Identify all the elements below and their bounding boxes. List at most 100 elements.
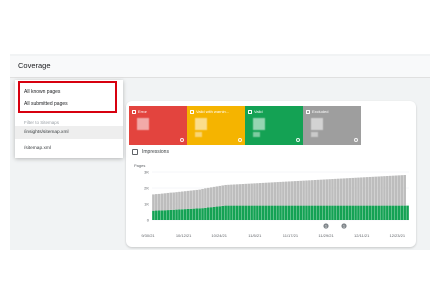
bar-valid — [319, 205, 323, 220]
bar-valid — [230, 205, 233, 220]
bar-excluded — [233, 184, 236, 206]
bar-excluded — [258, 183, 262, 206]
checkbox-icon[interactable] — [132, 109, 136, 114]
bar-excluded — [362, 177, 366, 206]
bar-valid — [166, 210, 170, 220]
tile-error[interactable]: Error — [129, 106, 187, 145]
bar-valid — [195, 208, 199, 220]
bar-excluded — [348, 178, 352, 206]
bar-excluded — [313, 180, 317, 206]
bar-valid — [290, 205, 294, 220]
bar-excluded — [218, 185, 222, 207]
bar-excluded — [302, 180, 305, 206]
bar-valid — [155, 210, 158, 220]
bar-valid — [316, 205, 320, 220]
bar-excluded — [365, 177, 369, 206]
help-icon[interactable] — [238, 138, 242, 142]
tile-excluded[interactable]: Excluded — [303, 106, 361, 145]
checkbox-icon[interactable] — [190, 109, 194, 114]
bar-valid — [235, 205, 239, 220]
bar-valid — [305, 205, 308, 220]
bar-excluded — [209, 187, 213, 208]
help-icon[interactable] — [296, 138, 300, 142]
filter-sitemaps-label: Filter to Sitemaps — [24, 120, 60, 125]
redacted-count — [137, 118, 149, 130]
bar-excluded — [157, 193, 161, 211]
bar-valid — [284, 205, 288, 220]
bar-valid — [388, 205, 392, 220]
bar-excluded — [198, 189, 201, 209]
y-tick-label: 2K — [144, 186, 149, 191]
x-tick-label: 9/30/21 — [141, 233, 155, 238]
bar-excluded — [221, 185, 225, 206]
bar-excluded — [163, 193, 167, 211]
bar-valid — [201, 208, 204, 220]
impressions-label: Impressions — [142, 149, 169, 155]
bar-excluded — [322, 179, 326, 206]
bar-valid — [241, 205, 245, 220]
bar-excluded — [287, 181, 291, 206]
bar-valid — [181, 209, 184, 220]
bar-valid — [351, 205, 354, 220]
bar-valid — [247, 205, 251, 220]
redacted-subcount — [311, 132, 318, 137]
bar-excluded — [264, 182, 268, 206]
bar-valid — [172, 209, 175, 220]
sitemap-option-root[interactable]: /sitemap.xml — [15, 142, 123, 155]
bar-valid — [400, 205, 404, 220]
coverage-chart: Pages 3K 2K 1K 0 9/30/21 10/12/21 10/24/21 11/5/… — [134, 163, 409, 238]
bar-valid — [175, 209, 178, 220]
tile-valid-warning[interactable]: Valid with warnin... — [187, 106, 245, 145]
bar-valid — [261, 205, 265, 220]
bar-excluded — [371, 176, 375, 206]
bar-excluded — [305, 180, 308, 206]
bar-excluded — [181, 191, 184, 210]
bar-excluded — [284, 181, 288, 206]
tile-error-label: Error — [138, 109, 147, 114]
bar-valid — [342, 205, 346, 220]
bar-valid — [299, 205, 303, 220]
checkbox-icon[interactable] — [306, 109, 310, 114]
bar-excluded — [290, 181, 294, 206]
bar-valid — [357, 205, 360, 220]
tile-valid[interactable]: Valid — [245, 106, 303, 145]
coverage-header: Coverage — [10, 56, 430, 78]
impressions-toggle[interactable]: Impressions — [132, 149, 169, 155]
bar-excluded — [342, 178, 346, 206]
bar-valid — [394, 205, 398, 220]
bar-excluded — [160, 193, 164, 211]
bar-valid — [287, 205, 291, 220]
bar-valid — [209, 207, 213, 220]
bar-valid — [178, 209, 181, 220]
bar-excluded — [400, 175, 404, 206]
page-title: Coverage — [18, 61, 51, 70]
bar-excluded — [247, 183, 251, 206]
bar-valid — [250, 205, 253, 220]
impressions-checkbox[interactable] — [132, 149, 138, 155]
bar-excluded — [250, 183, 253, 206]
bar-excluded — [316, 179, 320, 206]
help-icon[interactable] — [354, 138, 358, 142]
bar-excluded — [383, 176, 386, 206]
bar-valid — [360, 205, 363, 220]
bar-excluded — [397, 175, 401, 206]
tile-excluded-label: Excluded — [312, 109, 329, 114]
bar-excluded — [212, 186, 216, 207]
bar-excluded — [270, 182, 274, 206]
help-icon[interactable] — [180, 138, 184, 142]
sitemap-option-insights[interactable]: /insights/sitemap.xml — [15, 126, 123, 139]
bar-excluded — [334, 178, 337, 206]
bar-excluded — [368, 176, 372, 206]
bar-valid — [313, 205, 317, 220]
bar-excluded — [244, 183, 248, 206]
bar-valid — [244, 205, 248, 220]
x-tick-label: 10/24/21 — [211, 233, 227, 238]
bar-valid — [403, 205, 406, 220]
bar-excluded — [201, 188, 204, 209]
bar-valid — [374, 205, 378, 220]
redacted-count — [311, 118, 323, 130]
bar-excluded — [207, 187, 210, 208]
redacted-count — [195, 118, 207, 130]
checkbox-icon[interactable] — [248, 109, 252, 114]
bar-excluded — [357, 177, 360, 206]
